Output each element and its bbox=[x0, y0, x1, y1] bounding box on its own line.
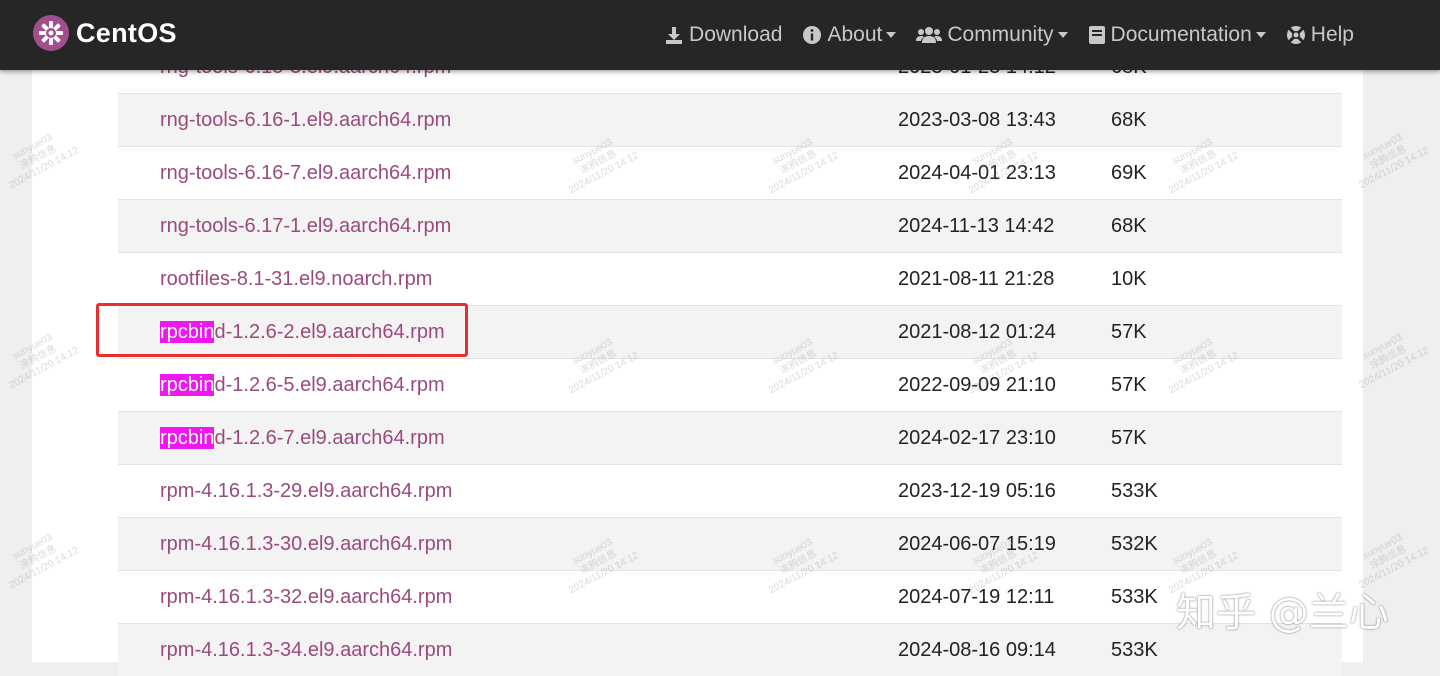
info-circle-icon bbox=[803, 26, 822, 44]
author-credit-watermark: 知乎 @兰心 bbox=[1176, 590, 1389, 636]
nav-documentation[interactable]: Documentation bbox=[1088, 23, 1266, 47]
file-date: 2024-04-01 23:13 bbox=[898, 162, 1056, 184]
file-link[interactable]: rpcbind-1.2.6-5.el9.aarch64.rpm bbox=[160, 359, 445, 411]
users-icon bbox=[916, 27, 943, 43]
file-size: 533K bbox=[1111, 586, 1158, 608]
file-link-rest: d-1.2.6-5.el9.aarch64.rpm bbox=[214, 374, 445, 396]
table-row: rng-tools-6.16-1.el9.aarch64.rpm 2023-03… bbox=[118, 93, 1342, 146]
chevron-down-icon bbox=[1255, 32, 1266, 38]
table-row: rpm-4.16.1.3-30.el9.aarch64.rpm 2024-06-… bbox=[118, 517, 1342, 570]
nav-help-label: Help bbox=[1310, 23, 1354, 46]
nav-download-label: Download bbox=[689, 23, 783, 46]
search-highlight: rpcbin bbox=[160, 374, 215, 396]
file-date: 2024-02-17 23:10 bbox=[898, 427, 1056, 449]
chevron-down-icon bbox=[1057, 32, 1068, 38]
file-size: 10K bbox=[1111, 268, 1147, 290]
file-date: 2024-06-07 15:19 bbox=[898, 533, 1056, 555]
file-size: 533K bbox=[1111, 639, 1158, 661]
main-nav: Download About Community Documentation H… bbox=[644, 0, 1354, 70]
search-highlight: rpcbin bbox=[160, 427, 215, 449]
file-date: 2024-11-13 14:42 bbox=[898, 215, 1055, 237]
brand-logo-link[interactable]: CentOS bbox=[32, 14, 177, 52]
nav-community-label: Community bbox=[947, 23, 1054, 46]
table-row: rpm-4.16.1.3-29.el9.aarch64.rpm 2023-12-… bbox=[118, 464, 1342, 517]
table-row: rpm-4.16.1.3-32.el9.aarch64.rpm 2024-07-… bbox=[118, 570, 1342, 623]
file-link-rest: d-1.2.6-7.el9.aarch64.rpm bbox=[214, 427, 445, 449]
nav-help[interactable]: Help bbox=[1286, 23, 1354, 47]
chevron-down-icon bbox=[886, 32, 897, 38]
centos-logo-icon bbox=[33, 15, 69, 51]
nav-community[interactable]: Community bbox=[916, 23, 1068, 47]
file-link[interactable]: rng-tools-6.16-1.el9.aarch64.rpm bbox=[160, 94, 451, 146]
table-row: rpcbind-1.2.6-7.el9.aarch64.rpm 2024-02-… bbox=[118, 411, 1342, 464]
file-link[interactable]: rpm-4.16.1.3-32.el9.aarch64.rpm bbox=[160, 571, 452, 623]
file-size: 68K bbox=[1111, 215, 1147, 237]
file-date: 2022-09-09 21:10 bbox=[898, 374, 1056, 396]
file-date: 2021-08-12 01:24 bbox=[898, 321, 1056, 343]
file-link[interactable]: rpm-4.16.1.3-34.el9.aarch64.rpm bbox=[160, 624, 452, 676]
annotation-highlight-box bbox=[96, 303, 468, 357]
file-size: 69K bbox=[1111, 162, 1147, 184]
file-link[interactable]: rpcbind-1.2.6-7.el9.aarch64.rpm bbox=[160, 412, 445, 464]
book-icon bbox=[1088, 26, 1105, 44]
table-row: rng-tools-6.16-7.el9.aarch64.rpm 2024-04… bbox=[118, 146, 1342, 199]
file-size: 57K bbox=[1111, 321, 1147, 343]
nav-download[interactable]: Download bbox=[664, 23, 782, 47]
file-link[interactable]: rng-tools-6.17-1.el9.aarch64.rpm bbox=[160, 200, 451, 252]
table-row: rpm-4.16.1.3-34.el9.aarch64.rpm 2024-08-… bbox=[118, 623, 1342, 676]
file-link[interactable]: rpm-4.16.1.3-29.el9.aarch64.rpm bbox=[160, 465, 452, 517]
top-navbar: CentOS Download About Community Document… bbox=[0, 0, 1440, 70]
brand-name: CentOS bbox=[76, 17, 177, 48]
nav-about[interactable]: About bbox=[802, 23, 897, 47]
table-row: rng-tools-6.17-1.el9.aarch64.rpm 2024-11… bbox=[118, 199, 1342, 252]
nav-about-label: About bbox=[827, 23, 883, 46]
file-date: 2023-03-08 13:43 bbox=[898, 109, 1056, 131]
file-date: 2021-08-11 21:28 bbox=[898, 268, 1055, 290]
file-link[interactable]: rootfiles-8.1-31.el9.noarch.rpm bbox=[160, 253, 432, 305]
nav-documentation-label: Documentation bbox=[1110, 23, 1252, 46]
file-size: 68K bbox=[1111, 109, 1147, 131]
file-date: 2024-07-19 12:11 bbox=[898, 586, 1055, 608]
file-size: 57K bbox=[1111, 374, 1147, 396]
table-row: rpcbind-1.2.6-5.el9.aarch64.rpm 2022-09-… bbox=[118, 358, 1342, 411]
file-size: 532K bbox=[1111, 533, 1158, 555]
file-size: 57K bbox=[1111, 427, 1147, 449]
file-link[interactable]: rpm-4.16.1.3-30.el9.aarch64.rpm bbox=[160, 518, 452, 570]
table-row: rootfiles-8.1-31.el9.noarch.rpm 2021-08-… bbox=[118, 252, 1342, 305]
file-date: 2023-12-19 05:16 bbox=[898, 480, 1056, 502]
file-size: 533K bbox=[1111, 480, 1158, 502]
life-ring-icon bbox=[1286, 26, 1305, 44]
file-listing-table: rng-tools-6.15-3.el9.aarch64.rpm 2023-01… bbox=[118, 40, 1342, 676]
file-date: 2024-08-16 09:14 bbox=[898, 639, 1056, 661]
download-icon bbox=[666, 27, 683, 44]
file-link[interactable]: rng-tools-6.16-7.el9.aarch64.rpm bbox=[160, 147, 451, 199]
